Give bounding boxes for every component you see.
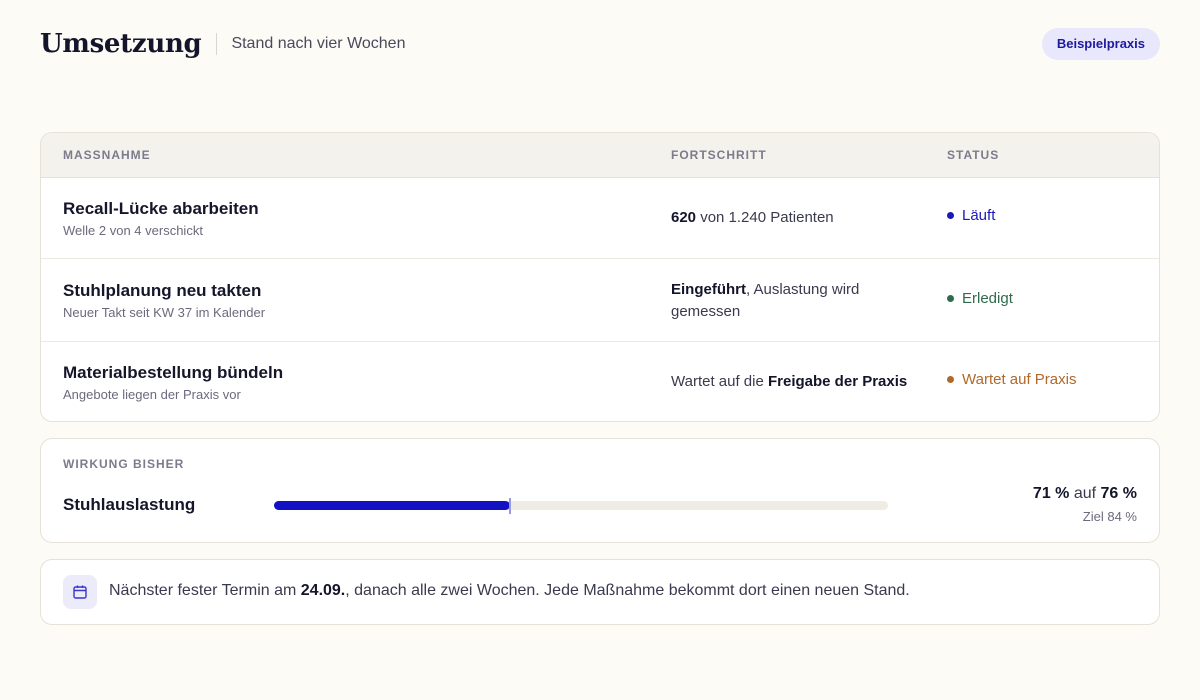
page-subtitle: Stand nach vier Wochen: [231, 35, 406, 52]
status-badge: Wartet auf Praxis: [947, 371, 1076, 388]
utilization-marker: [509, 498, 512, 514]
impact-to-value: 76 %: [1100, 485, 1137, 502]
next-appointment-card: Nächster fester Termin am 24.09., danach…: [40, 559, 1160, 625]
utilization-progress-bar: [274, 498, 888, 514]
measure-title: Materialbestellung bündeln: [63, 363, 284, 382]
status-badge: Erledigt: [947, 290, 1013, 307]
measure-subtitle: Neuer Takt seit KW 37 im Kalender: [63, 305, 266, 320]
header-divider: [216, 33, 218, 55]
status-label: Läuft: [962, 207, 996, 224]
measure-subtitle: Welle 2 von 4 verschickt: [63, 223, 203, 238]
status-badge: Läuft: [947, 207, 995, 224]
table-row[interactable]: Recall-Lücke abarbeiten Welle 2 von 4 ve…: [41, 178, 1159, 259]
table-header: MASSNAHME FORTSCHRITT STATUS: [41, 133, 1159, 178]
footer-text-post: , danach alle zwei Wochen. Jede Maßnahme…: [345, 582, 910, 599]
impact-value: 71 % auf 76 %: [1033, 485, 1137, 503]
utilization-progress-fill: [274, 501, 511, 510]
measure-progress: 620 von 1.240 Patienten: [671, 207, 911, 229]
progress-bold: 620: [671, 209, 697, 226]
measure-progress: Eingeführt, Auslastung wird gemessen: [671, 279, 911, 323]
status-label: Wartet auf Praxis: [962, 371, 1077, 388]
table-row[interactable]: Materialbestellung bündeln Angebote lieg…: [41, 342, 1159, 421]
page-title: Umsetzung: [40, 29, 202, 59]
status-label: Erledigt: [962, 290, 1013, 307]
impact-heading: WIRKUNG BISHER: [63, 457, 185, 471]
impact-label: Stuhlauslastung: [63, 495, 196, 514]
column-header-progress: FORTSCHRITT: [671, 148, 767, 162]
measures-table: MASSNAHME FORTSCHRITT STATUS Recall-Lück…: [40, 132, 1160, 422]
progress-bold: Freigabe der Praxis: [768, 373, 908, 390]
page-header: Umsetzung Stand nach vier Wochen Beispie…: [40, 28, 1160, 60]
column-header-measure: MASSNAHME: [63, 148, 151, 162]
next-appointment-text: Nächster fester Termin am 24.09., danach…: [109, 582, 910, 600]
status-dot-icon: [947, 295, 954, 302]
footer-text-pre: Nächster fester Termin am: [109, 582, 301, 599]
measure-title: Stuhlplanung neu takten: [63, 281, 262, 300]
column-header-status: STATUS: [947, 148, 1000, 162]
progress-text: Wartet auf die: [671, 373, 768, 390]
measure-title: Recall-Lücke abarbeiten: [63, 199, 259, 218]
calendar-icon: [63, 575, 97, 609]
next-appointment-date: 24.09.: [300, 582, 346, 599]
progress-text: von 1.240 Patienten: [696, 209, 834, 226]
status-dot-icon: [947, 376, 954, 383]
practice-badge[interactable]: Beispielpraxis: [1041, 28, 1160, 60]
table-row[interactable]: Stuhlplanung neu takten Neuer Takt seit …: [41, 259, 1159, 342]
impact-from-value: 71 %: [1032, 485, 1070, 502]
measure-progress: Wartet auf die Freigabe der Praxis: [671, 371, 911, 393]
status-dot-icon: [947, 212, 954, 219]
impact-connector: auf: [1069, 485, 1101, 502]
impact-card: WIRKUNG BISHER Stuhlauslastung 71 % auf …: [40, 438, 1160, 543]
progress-bold: Eingeführt: [671, 281, 746, 298]
measure-subtitle: Angebote liegen der Praxis vor: [63, 387, 241, 402]
impact-goal: Ziel 84 %: [1082, 509, 1137, 524]
